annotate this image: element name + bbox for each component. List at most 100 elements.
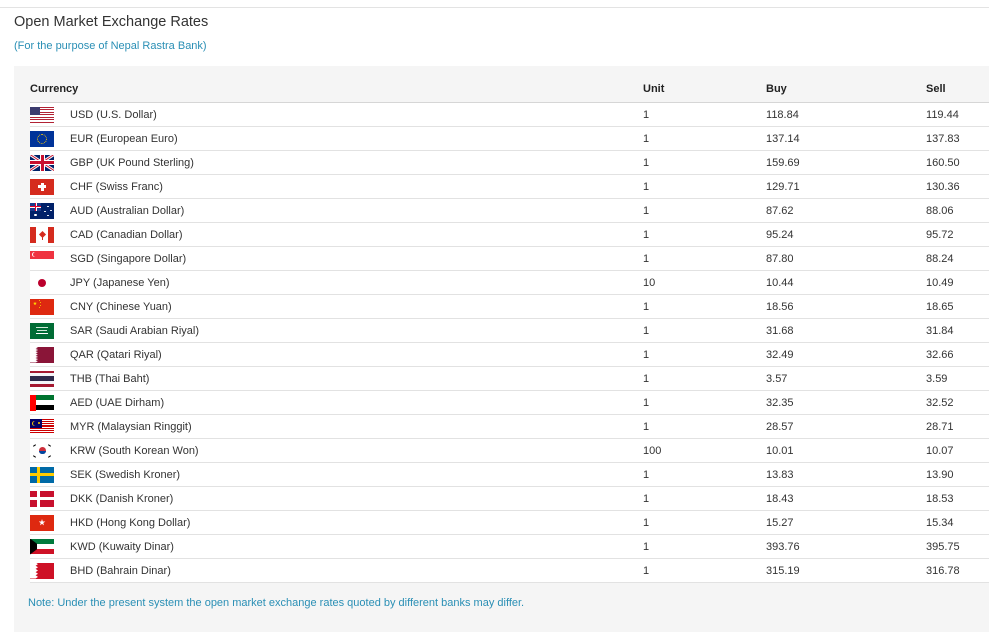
currency-cell: GBP (UK Pound Sterling): [70, 150, 644, 175]
buy-cell: 18.43: [766, 486, 927, 511]
flag-cell: [30, 222, 70, 247]
buy-cell: 3.57: [766, 366, 927, 391]
flag-cell: [30, 462, 70, 487]
th-flag-icon: [30, 370, 54, 387]
page-title: Open Market Exchange Rates: [14, 14, 209, 30]
buy-cell: 28.57: [766, 414, 927, 439]
unit-cell: 100: [643, 438, 767, 463]
flag-cell: [30, 366, 70, 391]
sell-cell: 10.49: [926, 270, 989, 295]
currency-cell: CAD (Canadian Dollar): [70, 222, 644, 247]
sell-cell: 31.84: [926, 318, 989, 343]
unit-cell: 1: [643, 174, 767, 199]
currency-cell: AUD (Australian Dollar): [70, 198, 644, 223]
unit-cell: 1: [643, 366, 767, 391]
currency-cell: MYR (Malaysian Ringgit): [70, 414, 644, 439]
us-flag-icon: [30, 106, 54, 123]
sell-cell: 316.78: [926, 558, 989, 583]
header-unit: Unit: [643, 76, 767, 103]
buy-cell: 118.84: [766, 102, 927, 127]
flag-cell: [30, 510, 70, 535]
unit-cell: 10: [643, 270, 767, 295]
unit-cell: 1: [643, 414, 767, 439]
sell-cell: 32.52: [926, 390, 989, 415]
ca-flag-icon: [30, 226, 54, 243]
unit-cell: 1: [643, 222, 767, 247]
table-row: SGD (Singapore Dollar) 1 87.80 88.24: [30, 246, 989, 271]
currency-cell: EUR (European Euro): [70, 126, 644, 151]
se-flag-icon: [30, 466, 54, 483]
ae-flag-icon: [30, 394, 54, 411]
table-row: CAD (Canadian Dollar) 1 95.24 95.72: [30, 222, 989, 247]
sell-cell: 130.36: [926, 174, 989, 199]
table-row: THB (Thai Baht) 1 3.57 3.59: [30, 366, 989, 391]
unit-cell: 1: [643, 558, 767, 583]
flag-cell: [30, 438, 70, 463]
cn-flag-icon: [30, 298, 54, 315]
currency-cell: SAR (Saudi Arabian Riyal): [70, 318, 644, 343]
rates-panel: Currency Unit Buy Sell USD (U.S. Dollar)…: [14, 66, 989, 632]
flag-cell: [30, 198, 70, 223]
sell-cell: 88.06: [926, 198, 989, 223]
flag-cell: [30, 294, 70, 319]
sell-cell: 15.34: [926, 510, 989, 535]
table-row: AED (UAE Dirham) 1 32.35 32.52: [30, 390, 989, 415]
sell-cell: 18.65: [926, 294, 989, 319]
flag-cell: [30, 558, 70, 583]
table-row: BHD (Bahrain Dinar) 1 315.19 316.78: [30, 558, 989, 583]
unit-cell: 1: [643, 246, 767, 271]
eu-flag-icon: [30, 130, 54, 147]
table-header-row: Currency Unit Buy Sell: [30, 76, 989, 103]
unit-cell: 1: [643, 318, 767, 343]
table-row: SAR (Saudi Arabian Riyal) 1 31.68 31.84: [30, 318, 989, 343]
table-row: MYR (Malaysian Ringgit) 1 28.57 28.71: [30, 414, 989, 439]
flag-cell: [30, 414, 70, 439]
flag-cell: [30, 126, 70, 151]
header-sell: Sell: [926, 76, 989, 103]
buy-cell: 87.62: [766, 198, 927, 223]
flag-cell: [30, 342, 70, 367]
sell-cell: 13.90: [926, 462, 989, 487]
buy-cell: 137.14: [766, 126, 927, 151]
flag-cell: [30, 246, 70, 271]
sell-cell: 95.72: [926, 222, 989, 247]
hk-flag-icon: [30, 514, 54, 531]
sell-cell: 395.75: [926, 534, 989, 559]
header-currency: Currency: [30, 76, 644, 103]
unit-cell: 1: [643, 342, 767, 367]
buy-cell: 32.49: [766, 342, 927, 367]
gb-flag-icon: [30, 154, 54, 171]
buy-cell: 13.83: [766, 462, 927, 487]
sell-cell: 18.53: [926, 486, 989, 511]
unit-cell: 1: [643, 486, 767, 511]
table-row: JPY (Japanese Yen) 10 10.44 10.49: [30, 270, 989, 295]
au-flag-icon: [30, 202, 54, 219]
sg-flag-icon: [30, 250, 54, 267]
currency-cell: AED (UAE Dirham): [70, 390, 644, 415]
sell-cell: 160.50: [926, 150, 989, 175]
buy-cell: 95.24: [766, 222, 927, 247]
currency-cell: QAR (Qatari Riyal): [70, 342, 644, 367]
footnote: Note: Under the present system the open …: [28, 597, 525, 609]
table-row: DKK (Danish Kroner) 1 18.43 18.53: [30, 486, 989, 511]
currency-cell: DKK (Danish Kroner): [70, 486, 644, 511]
table-row: CHF (Swiss Franc) 1 129.71 130.36: [30, 174, 989, 199]
flag-cell: [30, 150, 70, 175]
buy-cell: 10.01: [766, 438, 927, 463]
flag-cell: [30, 486, 70, 511]
buy-cell: 159.69: [766, 150, 927, 175]
jp-flag-icon: [30, 274, 54, 291]
sell-cell: 32.66: [926, 342, 989, 367]
buy-cell: 87.80: [766, 246, 927, 271]
sell-cell: 119.44: [926, 102, 989, 127]
table-row: CNY (Chinese Yuan) 1 18.56 18.65: [30, 294, 989, 319]
currency-cell: SGD (Singapore Dollar): [70, 246, 644, 271]
table-row: GBP (UK Pound Sterling) 1 159.69 160.50: [30, 150, 989, 175]
qa-flag-icon: [30, 346, 54, 363]
buy-cell: 129.71: [766, 174, 927, 199]
buy-cell: 315.19: [766, 558, 927, 583]
table-row: USD (U.S. Dollar) 1 118.84 119.44: [30, 102, 989, 127]
buy-cell: 393.76: [766, 534, 927, 559]
unit-cell: 1: [643, 198, 767, 223]
flag-cell: [30, 270, 70, 295]
